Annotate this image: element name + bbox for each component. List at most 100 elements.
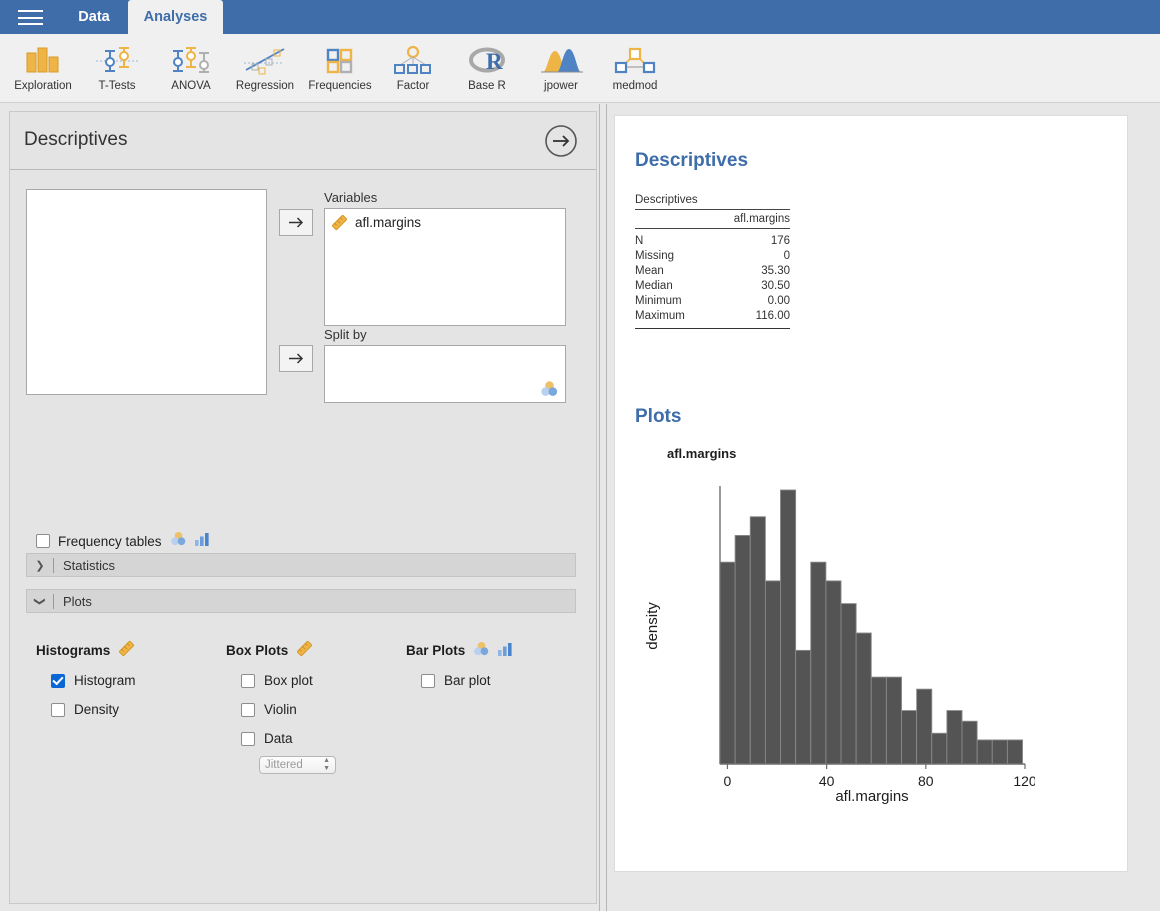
option-violin-label: Violin: [264, 702, 297, 717]
box-plots-heading-label: Box Plots: [226, 642, 289, 658]
assign-to-variables-button[interactable]: [279, 209, 313, 236]
option-histogram-label: Histogram: [74, 673, 136, 688]
r-logo-icon: R: [459, 40, 515, 80]
option-histogram[interactable]: Histogram: [51, 673, 136, 688]
tab-data[interactable]: Data: [62, 0, 126, 34]
arrow-right-icon: [289, 217, 304, 228]
ribbon-label-medmod: medmod: [612, 80, 658, 92]
table-row: Mean 35.30: [635, 264, 790, 279]
section-statistics[interactable]: ❯ Statistics: [26, 553, 576, 577]
table-row: Maximum 116.00: [635, 309, 790, 329]
data-checkbox[interactable]: [241, 731, 255, 746]
table-header-blank: [635, 209, 708, 229]
histogram-bar: [825, 580, 842, 765]
arrow-right-circle-icon[interactable]: [544, 124, 578, 158]
variable-item-afl-margins[interactable]: afl.margins: [331, 214, 421, 231]
plot-variable-name: afl.margins: [667, 446, 737, 461]
title-bar: Data Analyses: [0, 0, 1160, 34]
nominal-icon: [540, 379, 559, 398]
option-bar-plot-label: Bar plot: [444, 673, 491, 688]
frequency-tables-row[interactable]: Frequency tables: [36, 530, 210, 552]
split-by-target-list[interactable]: [324, 345, 566, 403]
box-plots-options: Box plot Violin Data: [241, 673, 313, 746]
analyses-ribbon: Exploration T-Tests ANOVA Regression Fre…: [0, 34, 1160, 103]
box-plot-checkbox[interactable]: [241, 673, 255, 688]
panel-splitter[interactable]: [599, 104, 607, 911]
row-value: 116.00: [755, 310, 790, 322]
ribbon-item-base-r[interactable]: R Base R: [458, 40, 516, 100]
histogram-plot: 0 40 80 120 afl.margins density: [644, 486, 1035, 805]
four-squares-icon: [312, 40, 368, 80]
histogram-bar: [961, 720, 978, 765]
ribbon-item-anova[interactable]: ANOVA: [158, 40, 224, 100]
split-by-label: Split by: [324, 327, 367, 342]
option-box-plot[interactable]: Box plot: [241, 673, 313, 688]
ribbon-item-exploration[interactable]: Exploration: [8, 40, 78, 100]
data-style-select[interactable]: Jittered ▲ ▼: [259, 756, 336, 774]
option-bar-plot[interactable]: Bar plot: [421, 673, 491, 688]
results-title: Descriptives: [635, 150, 749, 171]
box-plots-group-heading: Box Plots: [226, 640, 313, 660]
density-checkbox[interactable]: [51, 702, 65, 717]
histogram-bars: [719, 489, 1023, 765]
two-curves-icon: [533, 40, 589, 80]
results-document[interactable]: Descriptives Descriptives afl.margins N …: [614, 115, 1128, 872]
ribbon-label-jpower: jpower: [544, 80, 578, 92]
histograms-options: Histogram Density: [51, 673, 136, 717]
ribbon-label-t-tests: T-Tests: [98, 80, 136, 92]
table-header-row: afl.margins: [635, 209, 790, 229]
ribbon-label-base-r: Base R: [468, 80, 506, 92]
tab-analyses-label: Analyses: [143, 9, 208, 25]
chevron-right-icon: ❯: [35, 559, 45, 572]
table-header-afl-margins: afl.margins: [707, 209, 790, 229]
x-axis-tick-label: 80: [918, 773, 934, 789]
option-violin[interactable]: Violin: [241, 702, 313, 717]
histogram-checkbox[interactable]: [51, 673, 65, 688]
section-plots[interactable]: ❯ Plots: [26, 589, 576, 613]
ribbon-label-factor: Factor: [396, 80, 430, 92]
histogram-bar: [719, 561, 736, 765]
histogram-bar: [946, 710, 963, 765]
nominal-icon: [473, 640, 490, 660]
violin-checkbox[interactable]: [241, 702, 255, 717]
ribbon-item-jpower[interactable]: jpower: [530, 40, 592, 100]
options-header: Descriptives: [10, 112, 596, 170]
stepper-icon: ▲ ▼: [323, 757, 330, 772]
ribbon-label-exploration: Exploration: [14, 80, 72, 92]
results-plots-heading: Plots: [635, 406, 682, 427]
option-density[interactable]: Density: [51, 702, 136, 717]
arrow-right-icon: [289, 353, 304, 364]
option-box-plot-label: Box plot: [264, 673, 313, 688]
assign-to-split-by-button[interactable]: [279, 345, 313, 372]
ribbon-item-frequencies[interactable]: Frequencies: [302, 40, 378, 100]
histogram-bar: [840, 603, 857, 765]
row-value: 0.00: [767, 295, 790, 307]
histogram-bar: [976, 739, 993, 765]
ribbon-item-t-tests[interactable]: T-Tests: [86, 40, 148, 100]
chevron-down-icon: ❯: [33, 596, 46, 606]
variable-item-label: afl.margins: [355, 215, 422, 230]
histogram-bar: [931, 732, 948, 765]
tab-analyses[interactable]: Analyses: [128, 0, 223, 34]
source-variables-list[interactable]: [26, 189, 267, 395]
frequency-tables-checkbox[interactable]: [36, 534, 50, 548]
ribbon-item-factor[interactable]: Factor: [384, 40, 442, 100]
ribbon-item-regression[interactable]: Regression: [226, 40, 304, 100]
row-label: N: [635, 235, 644, 247]
table-row: Median 30.50: [635, 279, 790, 294]
descriptives-table: Descriptives afl.margins N 176 Missing 0…: [635, 194, 790, 329]
histogram-bar: [1006, 739, 1023, 765]
table-row: Minimum 0.00: [635, 294, 790, 309]
bar-plot-checkbox[interactable]: [421, 673, 435, 688]
table-bottom-rule: [635, 328, 790, 329]
section-statistics-label: Statistics: [63, 557, 116, 573]
x-axis-label: afl.margins: [835, 788, 908, 805]
variables-target-list[interactable]: afl.margins: [324, 208, 566, 326]
option-data[interactable]: Data: [241, 731, 313, 746]
section-plots-label: Plots: [63, 593, 92, 609]
bar-chart-icon: [15, 40, 71, 80]
ribbon-item-medmod[interactable]: medmod: [604, 40, 666, 100]
variables-label: Variables: [324, 190, 378, 205]
hamburger-menu-icon[interactable]: [18, 10, 43, 25]
page-title: Descriptives: [24, 129, 128, 150]
